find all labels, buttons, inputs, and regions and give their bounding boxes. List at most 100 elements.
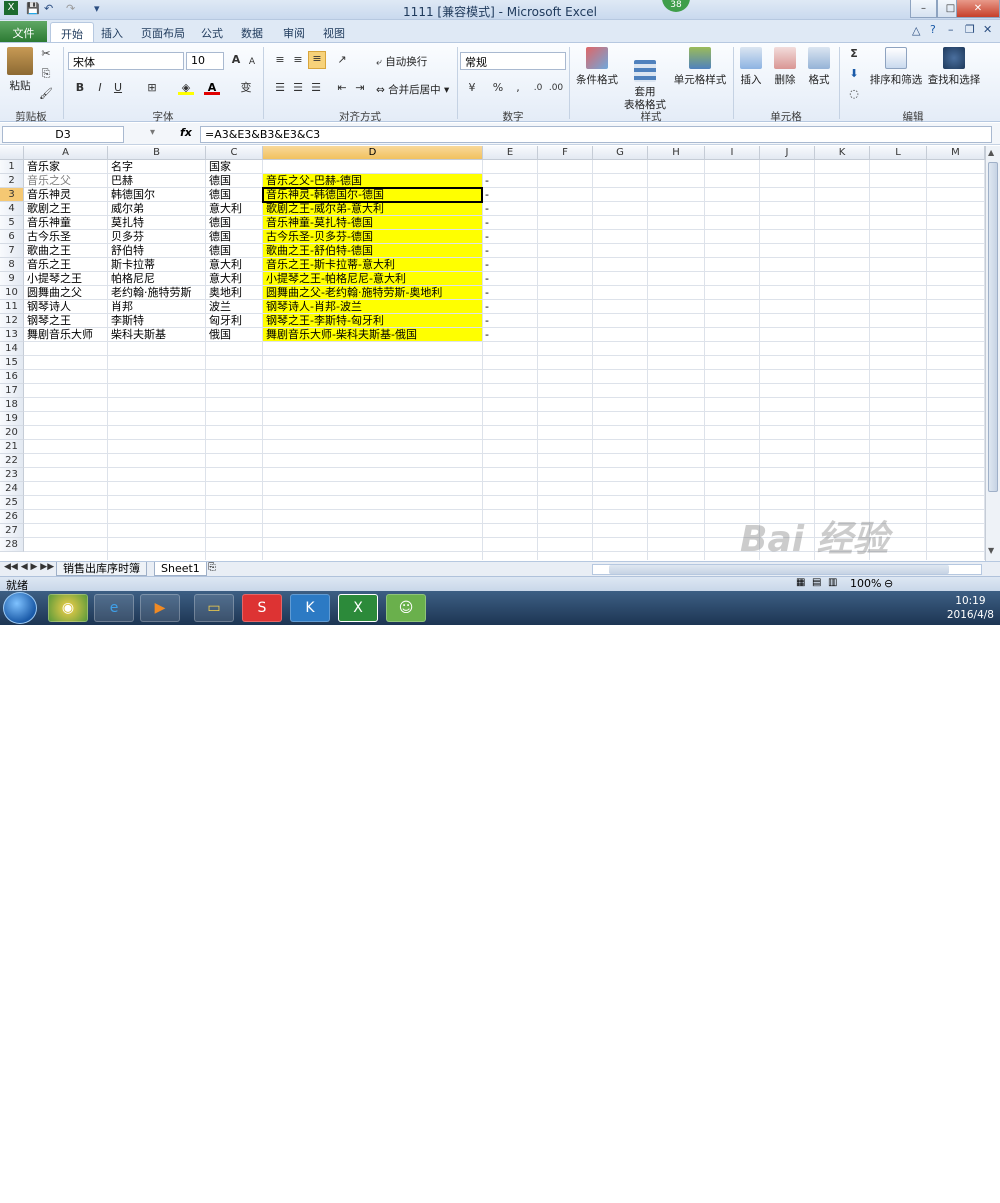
cell-e6[interactable]: - bbox=[483, 230, 538, 244]
tab-home[interactable]: 开始 bbox=[50, 22, 94, 42]
tab-formulas[interactable]: 公式 bbox=[191, 22, 233, 42]
page-break-view-icon[interactable]: ▥ bbox=[828, 577, 837, 588]
cell-a13[interactable]: 舞剧音乐大师 bbox=[24, 328, 108, 342]
row-header-27[interactable]: 27 bbox=[0, 524, 24, 538]
clear-icon[interactable]: ◌ bbox=[846, 87, 862, 101]
row-header-12[interactable]: 12 bbox=[0, 314, 24, 328]
currency-icon[interactable]: ¥ bbox=[464, 81, 480, 95]
row-header-19[interactable]: 19 bbox=[0, 412, 24, 426]
copy-icon[interactable]: ⎘ bbox=[38, 67, 54, 81]
zoom-out-icon[interactable]: ⊖ bbox=[884, 577, 893, 590]
delete-cells-button[interactable]: 删除 bbox=[770, 47, 800, 87]
collapse-ribbon-icon[interactable]: △ bbox=[912, 24, 920, 37]
cell-d2[interactable]: 音乐之父-巴赫-德国 bbox=[263, 174, 483, 188]
column-header-f[interactable]: F bbox=[538, 146, 593, 160]
orientation-icon[interactable]: ↗ bbox=[334, 53, 350, 67]
cell-e10[interactable]: - bbox=[483, 286, 538, 300]
name-box[interactable]: D3 bbox=[2, 126, 124, 143]
row-header-6[interactable]: 6 bbox=[0, 230, 24, 244]
tab-data[interactable]: 数据 bbox=[231, 22, 273, 42]
conditional-format-button[interactable]: 条件格式 bbox=[574, 47, 620, 87]
sheet-tab-sales[interactable]: 销售出库序时簿 bbox=[56, 562, 147, 576]
fill-icon[interactable]: ⬇ bbox=[846, 67, 862, 81]
page-layout-view-icon[interactable]: ▤ bbox=[812, 577, 821, 588]
cell-b13[interactable]: 柴科夫斯基 bbox=[108, 328, 206, 342]
cell-e4[interactable]: - bbox=[483, 202, 538, 216]
excel-taskbar-icon[interactable]: X bbox=[338, 594, 378, 622]
cell-c9[interactable]: 意大利 bbox=[206, 272, 263, 286]
paste-button[interactable]: 粘贴 bbox=[6, 47, 34, 93]
cell-a3[interactable]: 音乐神灵 bbox=[24, 188, 108, 202]
app-icon-person[interactable]: ☺ bbox=[386, 594, 426, 622]
row-header-21[interactable]: 21 bbox=[0, 440, 24, 454]
decrease-decimal-icon[interactable]: .00 bbox=[548, 81, 564, 95]
cell-e12[interactable]: - bbox=[483, 314, 538, 328]
fill-color-icon[interactable]: ◈ bbox=[178, 81, 194, 95]
column-header-k[interactable]: K bbox=[815, 146, 870, 160]
cell-e13[interactable]: - bbox=[483, 328, 538, 342]
cell-a5[interactable]: 音乐神童 bbox=[24, 216, 108, 230]
column-header-j[interactable]: J bbox=[760, 146, 815, 160]
cell-c10[interactable]: 奥地利 bbox=[206, 286, 263, 300]
minimize-button[interactable]: – bbox=[910, 0, 937, 18]
row-header-28[interactable]: 28 bbox=[0, 538, 24, 552]
insert-function-icon[interactable]: fx bbox=[180, 126, 192, 139]
tab-file[interactable]: 文件 bbox=[0, 21, 47, 42]
cell-c13[interactable]: 俄国 bbox=[206, 328, 263, 342]
restore-workbook-icon[interactable]: ❐ bbox=[965, 23, 975, 36]
cell-b5[interactable]: 莫扎特 bbox=[108, 216, 206, 230]
cell-a4[interactable]: 歌剧之王 bbox=[24, 202, 108, 216]
cell-b1[interactable]: 名字 bbox=[108, 160, 206, 174]
cell-b7[interactable]: 舒伯特 bbox=[108, 244, 206, 258]
row-header-9[interactable]: 9 bbox=[0, 272, 24, 286]
column-header-b[interactable]: B bbox=[108, 146, 206, 160]
percent-button[interactable]: % bbox=[490, 81, 506, 95]
cell-b11[interactable]: 肖邦 bbox=[108, 300, 206, 314]
grow-font-icon[interactable]: A bbox=[228, 53, 244, 67]
column-header-g[interactable]: G bbox=[593, 146, 648, 160]
select-all-corner[interactable] bbox=[0, 146, 24, 160]
cell-d9[interactable]: 小提琴之王-帕格尼尼-意大利 bbox=[263, 272, 483, 286]
align-middle-icon[interactable]: ≡ bbox=[290, 53, 306, 67]
cell-b9[interactable]: 帕格尼尼 bbox=[108, 272, 206, 286]
row-header-22[interactable]: 22 bbox=[0, 454, 24, 468]
comma-button[interactable]: , bbox=[510, 81, 526, 95]
tab-view[interactable]: 视图 bbox=[313, 22, 355, 42]
cell-e5[interactable]: - bbox=[483, 216, 538, 230]
bold-button[interactable]: B bbox=[72, 81, 88, 95]
first-sheet-icon[interactable]: ◀◀ ◀ ▶ ▶▶ bbox=[4, 562, 54, 572]
sogou-app-icon[interactable]: S bbox=[242, 594, 282, 622]
row-header-13[interactable]: 13 bbox=[0, 328, 24, 342]
row-header-4[interactable]: 4 bbox=[0, 202, 24, 216]
column-header-i[interactable]: I bbox=[705, 146, 760, 160]
row-header-8[interactable]: 8 bbox=[0, 258, 24, 272]
align-top-icon[interactable]: ≡ bbox=[272, 53, 288, 67]
cell-a2[interactable]: 音乐之父 bbox=[24, 174, 108, 188]
row-header-11[interactable]: 11 bbox=[0, 300, 24, 314]
worksheet-grid[interactable]: ABCDEFGHIJKLM 1 2 3 4 5 6 7 8 9 10 11 12 13 14 15 16 17 1… bbox=[0, 146, 985, 561]
taskbar-clock[interactable]: 10:19 2016/4/8 bbox=[947, 594, 994, 622]
cell-c12[interactable]: 匈牙利 bbox=[206, 314, 263, 328]
row-header-24[interactable]: 24 bbox=[0, 482, 24, 496]
cell-a10[interactable]: 圆舞曲之父 bbox=[24, 286, 108, 300]
align-left-icon[interactable]: ☰ bbox=[272, 81, 288, 95]
formula-input[interactable]: =A3&E3&B3&E3&C3 bbox=[200, 126, 992, 143]
cell-b12[interactable]: 李斯特 bbox=[108, 314, 206, 328]
media-player-icon[interactable]: ▶ bbox=[140, 594, 180, 622]
cell-d3[interactable]: 音乐神灵-韩德国尔-德国 bbox=[263, 188, 483, 202]
increase-indent-icon[interactable]: ⇥ bbox=[352, 81, 368, 95]
minimize-workbook-icon[interactable]: – bbox=[948, 23, 954, 36]
cell-b6[interactable]: 贝多芬 bbox=[108, 230, 206, 244]
cell-a11[interactable]: 钢琴诗人 bbox=[24, 300, 108, 314]
cell-c11[interactable]: 波兰 bbox=[206, 300, 263, 314]
column-header-m[interactable]: M bbox=[927, 146, 985, 160]
row-header-1[interactable]: 1 bbox=[0, 160, 24, 174]
column-header-e[interactable]: E bbox=[483, 146, 538, 160]
cell-a1[interactable]: 音乐家 bbox=[24, 160, 108, 174]
row-header-18[interactable]: 18 bbox=[0, 398, 24, 412]
horizontal-scrollbar[interactable] bbox=[592, 564, 982, 575]
align-bottom-icon[interactable]: ≡ bbox=[308, 51, 326, 69]
row-header-20[interactable]: 20 bbox=[0, 426, 24, 440]
row-header-25[interactable]: 25 bbox=[0, 496, 24, 510]
cell-d11[interactable]: 钢琴诗人-肖邦-波兰 bbox=[263, 300, 483, 314]
